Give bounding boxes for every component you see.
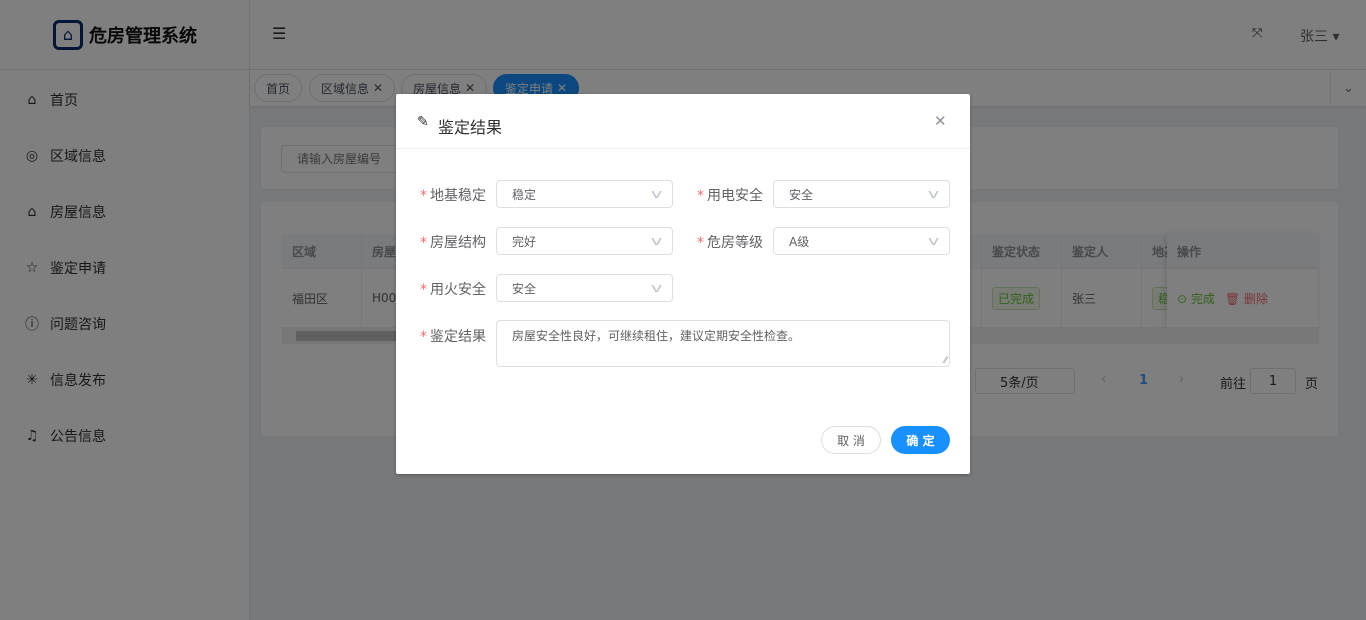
chevron-down-icon: v: [650, 234, 663, 248]
dialog-title: 鉴定结果: [438, 118, 503, 137]
foundation-label: * 地基稳定: [420, 188, 486, 204]
structure-label: * 房屋结构: [420, 235, 486, 251]
dialog-header: ✎ 鉴定结果 ✕: [396, 94, 970, 149]
close-icon[interactable]: ✕: [934, 112, 947, 130]
electric-label: * 用电安全: [697, 188, 763, 204]
select-value: A级: [789, 234, 810, 249]
chevron-down-icon: v: [927, 234, 940, 248]
chevron-down-icon: v: [650, 281, 663, 295]
fire-label: * 用火安全: [420, 282, 486, 298]
appraisal-result-dialog: ✎ 鉴定结果 ✕ * 地基稳定 稳定 v * 用电安全 安全 v * 房屋结构 完好 v *…: [396, 94, 970, 474]
select-value: 安全: [512, 281, 537, 296]
confirm-button[interactable]: 确 定: [891, 426, 950, 454]
select-value: 安全: [789, 187, 814, 202]
resize-handle-icon[interactable]: ⁄⁄: [944, 356, 947, 366]
result-label: * 鉴定结果: [420, 329, 486, 345]
level-select[interactable]: A级 v: [773, 227, 950, 255]
select-value: 完好: [512, 234, 537, 249]
fire-select[interactable]: 安全 v: [496, 274, 673, 302]
select-value: 稳定: [512, 187, 537, 202]
textarea-value: 房屋安全性良好，可继续租住，建议定期安全性检查。: [512, 329, 801, 343]
foundation-select[interactable]: 稳定 v: [496, 180, 673, 208]
cancel-button[interactable]: 取 消: [821, 426, 881, 454]
edit-icon: ✎: [417, 114, 429, 130]
chevron-down-icon: v: [650, 187, 663, 201]
result-textarea[interactable]: 房屋安全性良好，可继续租住，建议定期安全性检查。 ⁄⁄: [496, 320, 950, 367]
electric-select[interactable]: 安全 v: [773, 180, 950, 208]
chevron-down-icon: v: [927, 187, 940, 201]
structure-select[interactable]: 完好 v: [496, 227, 673, 255]
level-label: * 危房等级: [697, 235, 763, 251]
